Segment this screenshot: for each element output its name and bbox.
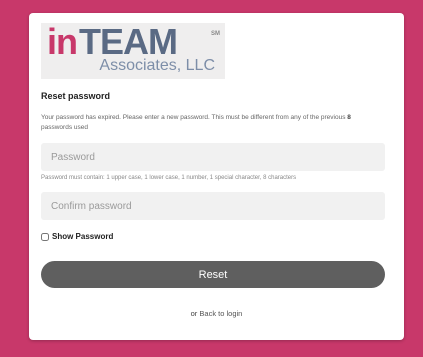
logo-wordmark: inTEAM bbox=[47, 24, 178, 60]
show-password-label: Show Password bbox=[52, 232, 114, 241]
password-requirements: Password must contain: 1 upper case, 1 l… bbox=[41, 175, 297, 181]
footer-links: or Back to login bbox=[29, 309, 404, 318]
password-input[interactable] bbox=[41, 143, 385, 171]
page-title: Reset password bbox=[41, 91, 111, 101]
reset-password-card: inTEAM SM Associates, LLC Reset password… bbox=[29, 13, 404, 340]
info-text-end: passwords used bbox=[41, 124, 88, 131]
back-to-login-link[interactable]: Back to login bbox=[199, 309, 242, 318]
reset-button[interactable]: Reset bbox=[41, 261, 385, 288]
logo-in-text: in bbox=[47, 21, 78, 62]
logo-team-text: TEAM bbox=[79, 21, 178, 62]
info-password-count: 8 bbox=[347, 114, 351, 121]
footer-or-text: or bbox=[190, 309, 198, 318]
logo-servicemark: SM bbox=[211, 31, 220, 37]
logo-subtitle: Associates, LLC bbox=[99, 57, 215, 74]
confirm-password-input[interactable] bbox=[41, 192, 385, 220]
info-text-start: Your password has expired. Please enter … bbox=[41, 114, 348, 121]
company-logo: inTEAM SM Associates, LLC bbox=[41, 23, 225, 79]
show-password-checkbox[interactable] bbox=[41, 232, 49, 241]
show-password-toggle[interactable]: Show Password bbox=[41, 232, 113, 241]
expired-password-message: Your password has expired. Please enter … bbox=[41, 113, 376, 133]
